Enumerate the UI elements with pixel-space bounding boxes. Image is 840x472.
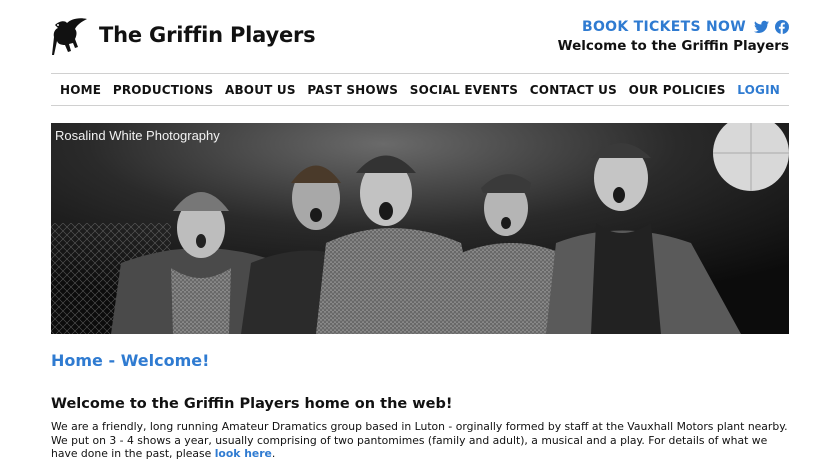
welcome-heading: Welcome to the Griffin Players home on t… <box>51 396 453 412</box>
main-nav: HOME PRODUCTIONS ABOUT US PAST SHOWS SOC… <box>51 73 789 106</box>
past-shows-link[interactable]: look here <box>215 447 272 460</box>
hero-photo: Rosalind White Photography <box>51 123 789 334</box>
intro-paragraph: We are a friendly, long running Amateur … <box>51 420 791 461</box>
site-logo[interactable]: The Griffin Players <box>51 16 316 58</box>
nav-past-shows[interactable]: PAST SHOWS <box>307 83 398 97</box>
griffin-icon <box>52 18 87 55</box>
intro-text: We are a friendly, long running Amateur … <box>51 420 788 460</box>
nav-social-events[interactable]: SOCIAL EVENTS <box>410 83 518 97</box>
photo-credit: Rosalind White Photography <box>55 128 220 143</box>
book-tickets-link[interactable]: BOOK TICKETS NOW <box>582 19 746 35</box>
nav-about-us[interactable]: ABOUT US <box>225 83 296 97</box>
nav-login[interactable]: LOGIN <box>737 83 780 97</box>
hero-photo-art <box>51 123 789 334</box>
header-welcome: Welcome to the Griffin Players <box>557 38 789 54</box>
facebook-icon[interactable] <box>775 20 789 34</box>
nav-home[interactable]: HOME <box>60 83 101 97</box>
nav-productions[interactable]: PRODUCTIONS <box>113 83 214 97</box>
page-title: Home - Welcome! <box>51 351 210 370</box>
nav-contact-us[interactable]: CONTACT US <box>530 83 617 97</box>
intro-end: . <box>271 447 276 460</box>
nav-our-policies[interactable]: OUR POLICIES <box>629 83 726 97</box>
site-name: The Griffin Players <box>99 23 316 47</box>
twitter-icon[interactable] <box>754 20 769 34</box>
